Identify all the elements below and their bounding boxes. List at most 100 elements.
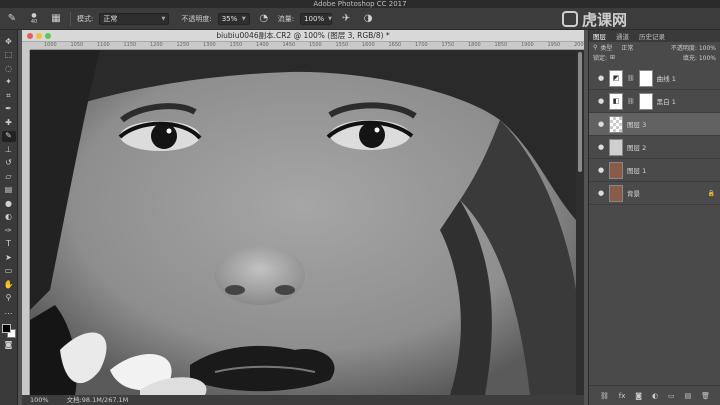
- color-swatches[interactable]: [1, 323, 16, 338]
- layer-opacity-field[interactable]: 不透明度: 100%: [671, 43, 716, 52]
- blend-mode-dropdown[interactable]: 正常: [621, 43, 633, 52]
- mode-dropdown[interactable]: 正常 ▼: [99, 12, 170, 25]
- eyedropper-tool-icon[interactable]: ✒: [2, 104, 16, 116]
- curves-adjustment-icon[interactable]: ◩: [609, 69, 623, 87]
- healing-brush-tool-icon[interactable]: ✚: [2, 117, 16, 129]
- zoom-level[interactable]: 100%: [30, 395, 49, 405]
- visibility-eye-icon[interactable]: ●: [597, 166, 605, 174]
- flow-field[interactable]: 100% ▼: [300, 12, 333, 25]
- mask-link-icon[interactable]: ⛓: [627, 98, 635, 105]
- horizontal-ruler[interactable]: 1000 1050 1100 1150 1200 1250 1300 1350 1400 1450…: [30, 42, 584, 50]
- tiger-logo-icon: [562, 11, 578, 27]
- vertical-scrollbar[interactable]: [576, 50, 584, 395]
- layer-row[interactable]: ● 背景 🔒: [589, 182, 720, 205]
- mask-link-icon[interactable]: ⛓: [627, 75, 635, 82]
- layer-name[interactable]: 黑白 1: [657, 96, 676, 106]
- opacity-field[interactable]: 35% ▼: [217, 12, 250, 25]
- layer-kind-filter[interactable]: 类型: [600, 43, 612, 52]
- layer-name[interactable]: 背景: [627, 188, 640, 198]
- watermark-logo: 虎课网: [562, 9, 712, 29]
- adjustment-layer-icon[interactable]: ◐: [652, 392, 658, 400]
- panel-tab[interactable]: 图层: [593, 31, 606, 41]
- lock-icon[interactable]: ⊞: [610, 54, 615, 61]
- new-group-icon[interactable]: ▭: [668, 392, 675, 400]
- ruler-tick-label: 1300: [203, 42, 216, 48]
- lasso-tool-icon[interactable]: ◌: [2, 63, 16, 75]
- layer-row[interactable]: ● ◧ ⛓ 黑白 1: [589, 90, 720, 113]
- history-brush-tool-icon[interactable]: ↺: [2, 158, 16, 170]
- document-title-bar[interactable]: biubiu0046副本.CR2 @ 100% (图层 3, RGB/8) *: [22, 30, 584, 42]
- blur-tool-icon[interactable]: ●: [2, 198, 16, 210]
- panel-tab[interactable]: 历史记录: [639, 31, 665, 41]
- visibility-eye-icon[interactable]: ●: [597, 97, 605, 105]
- app-title: Adobe Photoshop CC 2017: [313, 0, 407, 8]
- layer-row[interactable]: ● 图层 3: [589, 113, 720, 136]
- eraser-tool-icon[interactable]: ▱: [2, 171, 16, 183]
- layer-row[interactable]: ● ◩ ⛓ 曲线 1: [589, 67, 720, 90]
- zoom-tool-icon[interactable]: ⚲: [2, 293, 16, 305]
- new-layer-icon[interactable]: ▤: [685, 392, 692, 400]
- visibility-eye-icon[interactable]: ●: [597, 189, 605, 197]
- brush-panel-icon[interactable]: ▦: [48, 11, 64, 27]
- add-mask-icon[interactable]: ◙: [635, 392, 642, 400]
- panel-tabs: 图层 通道 历史记录: [589, 30, 720, 42]
- visibility-eye-icon[interactable]: ●: [597, 143, 605, 151]
- document-window: biubiu0046副本.CR2 @ 100% (图层 3, RGB/8) * …: [22, 30, 584, 405]
- brush-size-picker[interactable]: ● 40: [26, 11, 42, 27]
- layer-mask-thumbnail[interactable]: [638, 69, 653, 87]
- mode-label: 模式:: [77, 14, 94, 23]
- move-tool-icon[interactable]: ✥: [2, 36, 16, 48]
- dodge-tool-icon[interactable]: ◐: [2, 212, 16, 224]
- type-tool-icon[interactable]: T: [2, 239, 16, 251]
- marquee-tool-icon[interactable]: ⬚: [2, 50, 16, 62]
- scrollbar-thumb[interactable]: [578, 52, 582, 172]
- layer-fill-field[interactable]: 填充: 100%: [683, 53, 716, 62]
- panel-tab[interactable]: 通道: [616, 31, 629, 41]
- vertical-ruler[interactable]: [22, 50, 30, 395]
- black-white-adjustment-icon[interactable]: ◧: [609, 92, 623, 110]
- close-window-icon[interactable]: [27, 33, 33, 39]
- app-title-bar: Adobe Photoshop CC 2017: [0, 0, 720, 8]
- brush-tool-icon[interactable]: ✎: [1, 130, 16, 142]
- layer-thumbnail[interactable]: [609, 115, 623, 133]
- airbrush-icon[interactable]: ✈: [338, 11, 354, 27]
- lock-icon[interactable]: 🔒: [708, 190, 715, 197]
- layer-filter-row: ⚲ 类型 正常 不透明度: 100%: [589, 42, 720, 52]
- chevron-down-icon: ▼: [161, 15, 166, 22]
- quick-mask-icon[interactable]: ◙: [2, 340, 16, 352]
- more-tools-icon[interactable]: …: [2, 306, 16, 318]
- minimize-window-icon[interactable]: [36, 33, 42, 39]
- search-icon[interactable]: ⚲: [593, 44, 597, 51]
- layer-mask-thumbnail[interactable]: [638, 92, 653, 110]
- image-canvas[interactable]: [30, 50, 576, 395]
- document-size[interactable]: 文档:98.1M/267.1M: [67, 395, 129, 405]
- pressure-size-icon[interactable]: ◑: [360, 11, 376, 27]
- layer-row[interactable]: ● 图层 2: [589, 136, 720, 159]
- pen-tool-icon[interactable]: ✑: [2, 225, 16, 237]
- hand-tool-icon[interactable]: ✋: [2, 279, 16, 291]
- clone-stamp-tool-icon[interactable]: ⊥: [2, 144, 16, 156]
- trash-icon[interactable]: 🗑: [701, 392, 710, 400]
- layer-thumbnail[interactable]: [609, 184, 623, 202]
- layer-name[interactable]: 曲线 1: [657, 73, 676, 83]
- layer-row[interactable]: ● 图层 1: [589, 159, 720, 182]
- zoom-window-icon[interactable]: [45, 33, 51, 39]
- path-select-tool-icon[interactable]: ➤: [2, 252, 16, 264]
- layer-name[interactable]: 图层 1: [627, 165, 646, 175]
- pressure-opacity-icon[interactable]: ◔: [256, 11, 272, 27]
- brush-tool-preset-icon[interactable]: ✎: [4, 11, 20, 27]
- link-layers-icon[interactable]: ⛓: [600, 392, 609, 400]
- layer-thumbnail[interactable]: [609, 138, 623, 156]
- layer-style-icon[interactable]: fx: [619, 392, 626, 400]
- visibility-eye-icon[interactable]: ●: [597, 74, 605, 82]
- gradient-tool-icon[interactable]: ▤: [2, 185, 16, 197]
- layer-thumbnail[interactable]: [609, 161, 623, 179]
- crop-tool-icon[interactable]: ⌗: [2, 90, 16, 102]
- layer-name[interactable]: 图层 2: [627, 142, 646, 152]
- visibility-eye-icon[interactable]: ●: [597, 120, 605, 128]
- foreground-color-swatch[interactable]: [1, 323, 11, 333]
- layer-name[interactable]: 图层 3: [627, 119, 646, 129]
- quick-select-tool-icon[interactable]: ✦: [2, 77, 16, 89]
- shape-tool-icon[interactable]: ▭: [2, 266, 16, 278]
- ruler-origin[interactable]: [22, 42, 30, 50]
